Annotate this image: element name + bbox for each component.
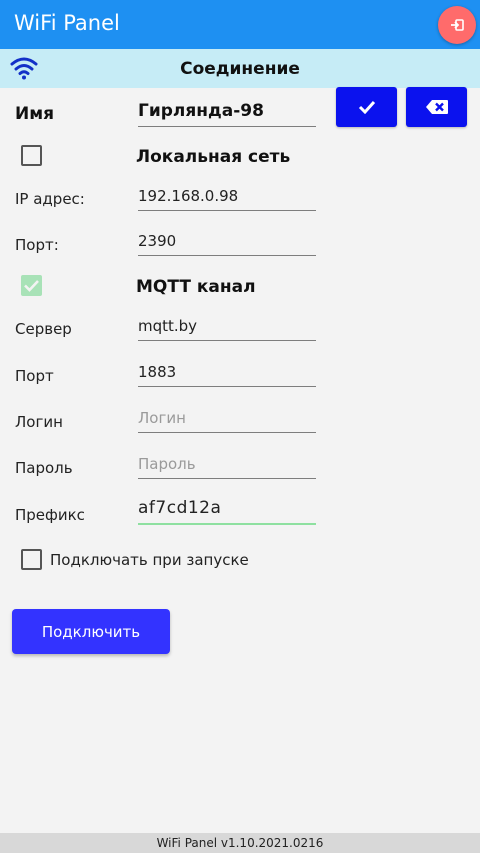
password-input[interactable]: Пароль bbox=[138, 451, 316, 479]
port-value: 2390 bbox=[138, 232, 177, 250]
password-placeholder: Пароль bbox=[138, 455, 196, 473]
ip-value: 192.168.0.98 bbox=[138, 187, 239, 205]
name-input[interactable]: Гирлянда-98 bbox=[138, 99, 316, 127]
exit-button[interactable] bbox=[438, 6, 476, 44]
mqtt-port-value: 1883 bbox=[138, 363, 177, 381]
mqtt-port-label: Порт bbox=[15, 367, 54, 385]
password-label: Пароль bbox=[15, 459, 73, 477]
confirm-button[interactable] bbox=[336, 87, 397, 127]
section-header: Соединение bbox=[0, 49, 480, 88]
server-input[interactable]: mqtt.by bbox=[138, 313, 316, 341]
name-value: Гирлянда-98 bbox=[138, 101, 264, 121]
server-value: mqtt.by bbox=[138, 317, 198, 335]
app-bar: WiFi Panel bbox=[0, 0, 480, 49]
mqtt-port-input[interactable]: 1883 bbox=[138, 359, 316, 387]
port-input[interactable]: 2390 bbox=[138, 228, 316, 256]
section-title: Соединение bbox=[180, 59, 300, 79]
ip-input[interactable]: 192.168.0.98 bbox=[138, 183, 316, 211]
local-network-checkbox[interactable] bbox=[21, 145, 42, 166]
connect-button[interactable]: Подключить bbox=[12, 609, 170, 654]
mqtt-checkbox[interactable] bbox=[21, 275, 42, 296]
app-title: WiFi Panel bbox=[14, 11, 120, 35]
port-label: Порт: bbox=[15, 236, 59, 254]
clear-button[interactable] bbox=[406, 87, 467, 127]
local-network-label: Локальная сеть bbox=[136, 147, 291, 167]
exit-icon bbox=[451, 19, 464, 31]
login-label: Логин bbox=[15, 413, 63, 431]
name-label: Имя bbox=[15, 104, 55, 124]
autoconnect-label: Подключать при запуске bbox=[50, 551, 249, 569]
autoconnect-checkbox[interactable] bbox=[21, 549, 42, 570]
server-label: Сервер bbox=[15, 320, 72, 338]
mqtt-label: MQTT канал bbox=[136, 277, 256, 297]
prefix-input[interactable]: af7cd12a bbox=[138, 497, 316, 525]
ip-label: IP адрес: bbox=[15, 190, 85, 208]
login-input[interactable]: Логин bbox=[138, 405, 316, 433]
backspace-x-icon bbox=[425, 100, 448, 114]
footer-version: WiFi Panel v1.10.2021.0216 bbox=[0, 833, 480, 853]
prefix-value: af7cd12a bbox=[138, 498, 222, 518]
check-icon bbox=[358, 100, 375, 114]
checkmark-icon bbox=[24, 280, 39, 292]
login-placeholder: Логин bbox=[138, 409, 186, 427]
prefix-label: Префикс bbox=[15, 506, 85, 524]
